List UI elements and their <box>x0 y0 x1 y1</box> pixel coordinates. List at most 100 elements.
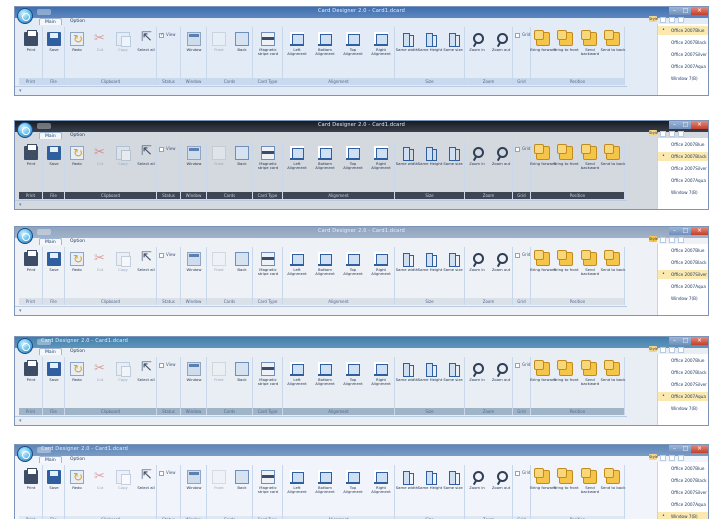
grid-checkbox[interactable]: Grid <box>515 32 530 38</box>
same-width-button[interactable]: Same width <box>396 467 418 507</box>
maximize-button[interactable]: □ <box>680 227 691 235</box>
zoom-in-button[interactable]: Zoom in <box>466 143 488 183</box>
close-button[interactable]: × <box>691 121 708 129</box>
align-left-button[interactable]: Left Alignment <box>286 29 308 69</box>
minimize-ribbon-icon[interactable] <box>669 17 675 23</box>
same-height-button[interactable]: Same Height <box>418 143 442 183</box>
bring-to-front-button[interactable]: Bring to front <box>553 359 579 399</box>
title-bar[interactable]: Card Designer 2.0 - Card1.dcard – □ × <box>15 445 708 456</box>
application-menu-button[interactable] <box>17 8 33 24</box>
style-option[interactable]: Office 2007Silver <box>658 164 708 173</box>
align-top-button[interactable]: Top Alignment <box>342 467 364 507</box>
style-option[interactable]: Office 2007Aqua <box>658 176 708 185</box>
zoom-out-button[interactable]: Zoom out <box>490 143 512 183</box>
quick-access-toolbar[interactable] <box>37 9 51 15</box>
bring-forward-button[interactable]: Bring forward <box>530 29 556 69</box>
redo-button[interactable]: Redo <box>66 249 88 289</box>
style-option[interactable]: Office 2007Blue <box>658 464 708 473</box>
card-back-button[interactable]: Back <box>231 29 253 69</box>
card-front-button[interactable]: Front <box>208 467 230 507</box>
card-back-button[interactable]: Back <box>231 359 253 399</box>
bring-forward-button[interactable]: Bring forward <box>530 359 556 399</box>
view-checkbox[interactable]: View <box>159 32 176 38</box>
chevron-down-icon[interactable]: ▾ <box>19 202 22 208</box>
view-checkbox[interactable]: View <box>159 146 176 152</box>
same-height-button[interactable]: Same Height <box>418 467 442 507</box>
style-option[interactable]: Window 7(B) <box>658 188 708 197</box>
bring-to-front-button[interactable]: Bring to front <box>553 467 579 507</box>
style-option[interactable]: Office 2007Black <box>658 476 708 485</box>
redo-button[interactable]: Redo <box>66 29 88 69</box>
minimize-button[interactable]: – <box>669 337 680 345</box>
same-width-button[interactable]: Same width <box>396 143 418 183</box>
application-menu-button[interactable] <box>17 446 33 462</box>
redo-button[interactable]: Redo <box>66 359 88 399</box>
title-bar[interactable]: Card Designer 2.0 - Card1.dcard – □ × <box>15 227 708 238</box>
grid-checkbox[interactable]: Grid <box>515 362 530 368</box>
application-menu-button[interactable] <box>17 122 33 138</box>
style-option[interactable]: Office 2007Blue <box>658 356 708 365</box>
send-backward-button[interactable]: Send backward <box>579 467 601 507</box>
bring-forward-button[interactable]: Bring forward <box>530 143 556 183</box>
zoom-in-button[interactable]: Zoom in <box>466 29 488 69</box>
minimize-button[interactable]: – <box>669 121 680 129</box>
minimize-button[interactable]: – <box>669 7 680 15</box>
align-top-button[interactable]: Top Alignment <box>342 143 364 183</box>
chevron-down-icon[interactable]: ▾ <box>19 418 22 424</box>
window-button[interactable]: Window <box>183 359 205 399</box>
same-size-button[interactable]: Same size <box>442 359 464 399</box>
send-to-back-button[interactable]: Send to back <box>601 359 625 399</box>
chevron-down-icon[interactable]: ▾ <box>19 88 22 94</box>
save-button[interactable]: Save <box>43 249 65 289</box>
bring-forward-button[interactable]: Bring forward <box>530 249 556 289</box>
align-right-button[interactable]: Right Alignment <box>370 467 392 507</box>
card-front-button[interactable]: Front <box>208 359 230 399</box>
align-right-button[interactable]: Right Alignment <box>370 29 392 69</box>
title-bar[interactable]: Card Designer 2.0 - Card1.dcard – □ × <box>15 337 708 348</box>
tab-main[interactable]: Main <box>39 18 62 25</box>
printer-button[interactable]: Print <box>20 359 42 399</box>
align-top-button[interactable]: Top Alignment <box>342 29 364 69</box>
align-bottom-button[interactable]: Bottom Alignment <box>314 29 336 69</box>
bring-to-front-button[interactable]: Bring to front <box>553 143 579 183</box>
cut-button[interactable]: Cut <box>89 249 111 289</box>
window-button[interactable]: Window <box>183 29 205 69</box>
view-checkbox[interactable]: View <box>159 252 176 258</box>
copy-button[interactable]: Copy <box>112 249 134 289</box>
cut-button[interactable]: Cut <box>89 143 111 183</box>
grid-checkbox[interactable]: Grid <box>515 252 530 258</box>
style-option[interactable]: Office 2007Black <box>658 38 708 47</box>
document-icon[interactable] <box>660 131 666 137</box>
select-all-button[interactable]: Select all <box>135 467 157 507</box>
save-button[interactable]: Save <box>43 467 65 507</box>
magnetic-stripe-button[interactable]: Magnetic stripe card <box>257 143 279 183</box>
style-option[interactable]: Office 2007Silver <box>658 488 708 497</box>
same-size-button[interactable]: Same size <box>442 143 464 183</box>
printer-button[interactable]: Print <box>20 143 42 183</box>
redo-button[interactable]: Redo <box>66 467 88 507</box>
style-option[interactable]: Office 2007Blue <box>658 246 708 255</box>
zoom-in-button[interactable]: Zoom in <box>466 249 488 289</box>
style-option[interactable]: Office 2007Black <box>658 258 708 267</box>
tab-option[interactable]: Option <box>65 348 90 355</box>
tab-option[interactable]: Option <box>65 18 90 25</box>
chevron-down-icon[interactable]: ▾ <box>19 308 22 314</box>
style-option[interactable]: Office 2007Silver <box>658 380 708 389</box>
send-backward-button[interactable]: Send backward <box>579 143 601 183</box>
style-option[interactable]: Window 7(B) <box>658 74 708 83</box>
align-left-button[interactable]: Left Alignment <box>286 359 308 399</box>
style-option[interactable]: • Office 2007Black <box>658 152 708 161</box>
tab-option[interactable]: Option <box>65 132 90 139</box>
copy-button[interactable]: Copy <box>112 143 134 183</box>
document-icon[interactable] <box>660 347 666 353</box>
style-option[interactable]: • Office 2007Aqua <box>658 392 708 401</box>
same-width-button[interactable]: Same width <box>396 29 418 69</box>
align-left-button[interactable]: Left Alignment <box>286 143 308 183</box>
application-menu-button[interactable] <box>17 228 33 244</box>
quick-access-toolbar[interactable] <box>37 123 51 129</box>
printer-button[interactable]: Print <box>20 29 42 69</box>
style-button[interactable]: Style <box>649 346 658 352</box>
same-height-button[interactable]: Same Height <box>418 249 442 289</box>
style-option[interactable]: Office 2007Silver <box>658 50 708 59</box>
tab-main[interactable]: Main <box>39 132 62 139</box>
